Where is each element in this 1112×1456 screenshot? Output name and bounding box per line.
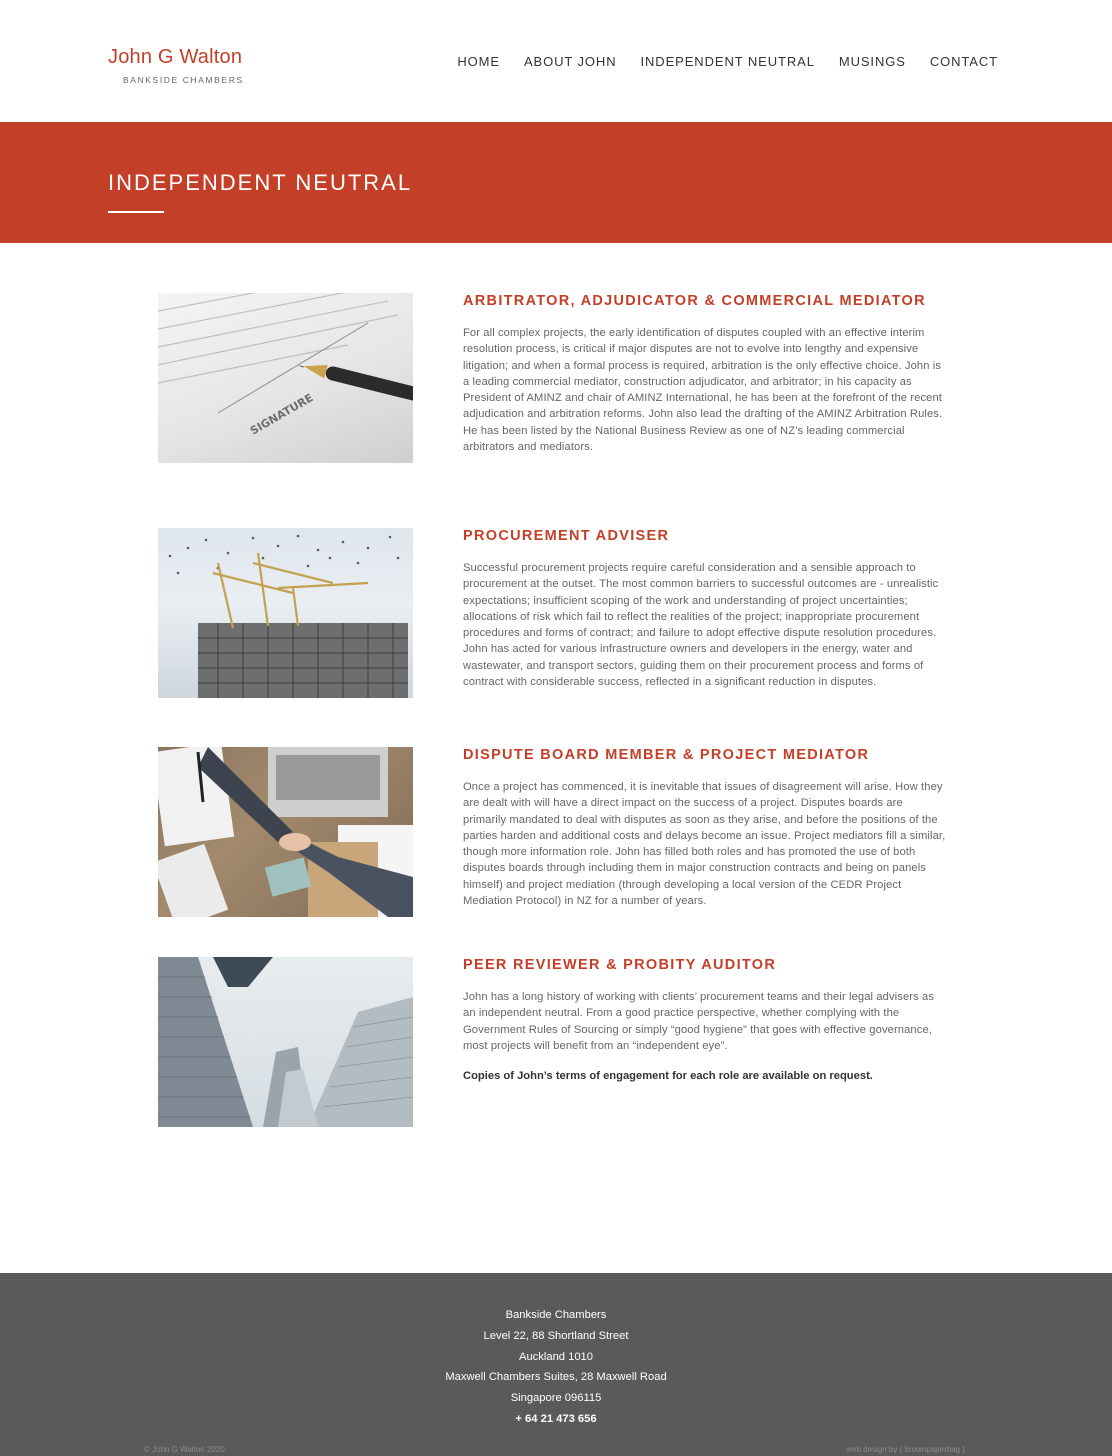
- section-heading: PROCUREMENT ADVISER: [463, 528, 670, 544]
- section-body: PEER REVIEWER & PROBITY AUDITOR John has…: [463, 957, 949, 1082]
- terms-note: Copies of John’s terms of engagement for…: [463, 1070, 873, 1083]
- site-logo[interactable]: John G Walton BANKSIDE CHAMBERS: [108, 46, 268, 85]
- page-title: INDEPENDENT NEUTRAL: [108, 170, 413, 195]
- main-nav: HOME ABOUT JOHN INDEPENDENT NEUTRAL MUSI…: [457, 54, 998, 69]
- site-footer: Bankside Chambers Level 22, 88 Shortland…: [0, 1273, 1112, 1456]
- construction-cranes-image: [158, 528, 413, 698]
- site-header: John G Walton BANKSIDE CHAMBERS HOME ABO…: [0, 0, 1112, 122]
- logo-name: John G Walton: [108, 46, 243, 68]
- section-text: John has a long history of working with …: [463, 991, 935, 1052]
- document-signing-image: SIGNATURE: [158, 293, 413, 463]
- footer-line: Level 22, 88 Shortland Street: [483, 1329, 629, 1342]
- footer-line: Maxwell Chambers Suites, 28 Maxwell Road: [445, 1371, 667, 1384]
- section-body: PROCUREMENT ADVISER Successful procureme…: [463, 528, 949, 690]
- business-handshake-image: [158, 747, 413, 917]
- section-heading: PEER REVIEWER & PROBITY AUDITOR: [463, 957, 777, 973]
- nav-about-john[interactable]: ABOUT JOHN: [524, 54, 617, 69]
- copyright-text: © John G Walton 2020: [144, 1445, 225, 1454]
- skyscrapers-image: [158, 957, 413, 1127]
- section-text: Once a project has commenced, it is inev…: [463, 781, 946, 908]
- nav-home[interactable]: HOME: [457, 54, 500, 69]
- nav-independent-neutral[interactable]: INDEPENDENT NEUTRAL: [641, 54, 815, 69]
- page-banner: INDEPENDENT NEUTRAL: [0, 122, 1112, 243]
- footer-phone[interactable]: + 64 21 473 656: [0, 1409, 1112, 1430]
- footer-line: Singapore 096115: [510, 1392, 602, 1405]
- footer-address: Bankside Chambers Level 22, 88 Shortland…: [0, 1305, 1112, 1430]
- web-design-credit[interactable]: web design by { brownpaperbag }: [846, 1445, 965, 1454]
- section-heading: ARBITRATOR, ADJUDICATOR & COMMERCIAL MED…: [463, 293, 926, 309]
- section-text: For all complex projects, the early iden…: [463, 327, 943, 454]
- section-text: Successful procurement projects require …: [463, 562, 939, 689]
- footer-line: Bankside Chambers: [505, 1309, 607, 1321]
- title-underline: [108, 211, 164, 213]
- nav-musings[interactable]: MUSINGS: [839, 54, 906, 69]
- signature-label: SIGNATURE: [248, 391, 315, 437]
- footer-line: Auckland 1010: [518, 1350, 594, 1363]
- nav-contact[interactable]: CONTACT: [930, 54, 998, 69]
- section-body: DISPUTE BOARD MEMBER & PROJECT MEDIATOR …: [463, 747, 949, 909]
- logo-subtitle: BANKSIDE CHAMBERS: [123, 75, 244, 85]
- section-body: ARBITRATOR, ADJUDICATOR & COMMERCIAL MED…: [463, 293, 949, 455]
- section-heading: DISPUTE BOARD MEMBER & PROJECT MEDIATOR: [463, 747, 870, 763]
